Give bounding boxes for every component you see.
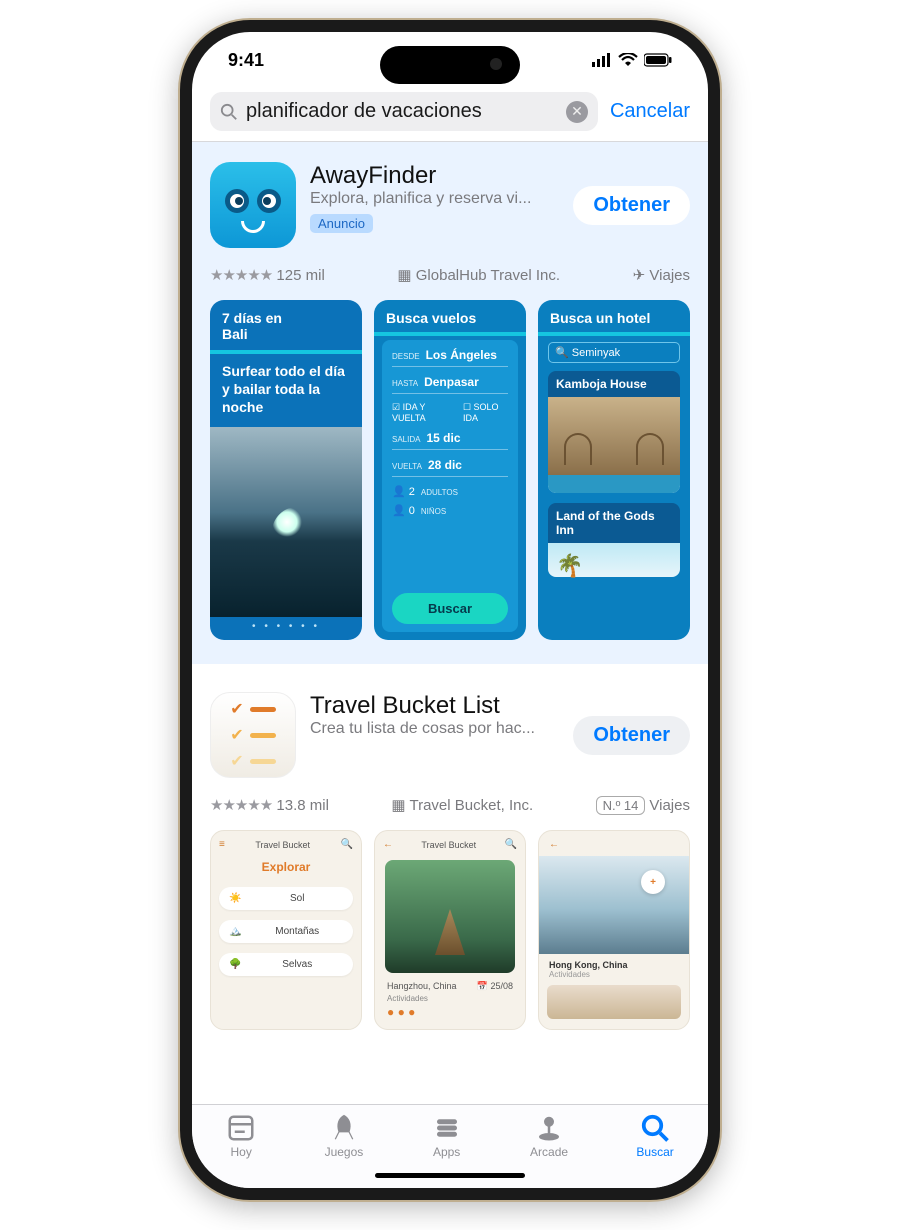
iphone-frame: 9:41 planificador de vacaciones ✕ Cancel…: [180, 20, 720, 1200]
clear-icon[interactable]: ✕: [566, 101, 588, 123]
status-time: 9:41: [228, 50, 264, 71]
dynamic-island: [380, 46, 520, 84]
screenshot-row[interactable]: ≡Travel Bucket🔍 Explorar ☀️Sol 🏔️Montaña…: [210, 830, 690, 1030]
app-subtitle: Explora, planifica y reserva vi...: [310, 190, 559, 208]
cellular-icon: [592, 53, 612, 67]
battery-icon: [644, 53, 672, 67]
tab-arcade[interactable]: Arcade: [530, 1113, 568, 1159]
rating-count: 13.8 mil: [276, 797, 329, 814]
screenshot-2: Busca vuelos DESDE Los Ángeles HASTA Den…: [374, 300, 526, 640]
rating-count: 125 mil: [276, 267, 324, 284]
arcade-icon: [534, 1113, 564, 1143]
search-text: planificador de vacaciones: [246, 100, 558, 123]
ad-badge: Anuncio: [310, 214, 373, 233]
search-icon: [220, 103, 238, 121]
tab-games[interactable]: Juegos: [325, 1113, 364, 1159]
app-meta-row: ★★★★★ 13.8 mil ▦ Travel Bucket, Inc. N.º…: [210, 796, 690, 814]
screenshot-3: ← Hong Kong, China Actividades: [538, 830, 690, 1030]
developer-label: ▦ Travel Bucket, Inc.: [391, 796, 533, 814]
stars-icon: ★★★★★: [210, 797, 272, 814]
status-icons: [592, 53, 672, 67]
sponsored-result[interactable]: AwayFinder Explora, planifica y reserva …: [192, 142, 708, 664]
rocket-icon: [329, 1113, 359, 1143]
stars-icon: ★★★★★: [210, 267, 272, 284]
developer-label: ▦ GlobalHub Travel Inc.: [397, 266, 560, 284]
get-button[interactable]: Obtener: [573, 716, 690, 755]
screen: planificador de vacaciones ✕ Cancelar: [192, 88, 708, 1188]
cancel-button[interactable]: Cancelar: [610, 100, 690, 123]
today-icon: [226, 1113, 256, 1143]
search-icon: [640, 1113, 670, 1143]
results-scroll[interactable]: AwayFinder Explora, planifica y reserva …: [192, 142, 708, 1104]
home-indicator[interactable]: [375, 1173, 525, 1178]
screenshot-3: Busca un hotel 🔍 Seminyak Kamboja House …: [538, 300, 690, 640]
tab-today[interactable]: Hoy: [226, 1113, 256, 1159]
search-row: planificador de vacaciones ✕ Cancelar: [192, 88, 708, 141]
app-title: AwayFinder: [310, 162, 559, 190]
tab-apps[interactable]: Apps: [432, 1113, 462, 1159]
search-field[interactable]: planificador de vacaciones ✕: [210, 92, 598, 131]
app-icon-bucketlist: ✔ ✔ ✔: [210, 692, 296, 778]
screenshot-2: ←Travel Bucket🔍 Hangzhou, China📅 25/08 A…: [374, 830, 526, 1030]
apps-icon: [432, 1113, 462, 1143]
screenshot-1: ≡Travel Bucket🔍 Explorar ☀️Sol 🏔️Montaña…: [210, 830, 362, 1030]
screenshot-1: 7 días en Bali Surfear todo el día y bai…: [210, 300, 362, 640]
tab-search[interactable]: Buscar: [636, 1113, 673, 1159]
app-icon-awayfinder: [210, 162, 296, 248]
wifi-icon: [618, 53, 638, 67]
plane-icon: ✈: [633, 267, 646, 284]
category-label: ✈ Viajes: [633, 266, 690, 284]
app-subtitle: Crea tu lista de cosas por hac...: [310, 720, 559, 738]
app-meta-row: ★★★★★ 125 mil ▦ GlobalHub Travel Inc. ✈ …: [210, 266, 690, 284]
get-button[interactable]: Obtener: [573, 186, 690, 225]
category-rank: N.º 14Viajes: [596, 797, 690, 814]
app-title: Travel Bucket List: [310, 692, 559, 720]
screenshot-row[interactable]: 7 días en Bali Surfear todo el día y bai…: [210, 300, 690, 640]
organic-result[interactable]: ✔ ✔ ✔ Travel Bucket List Crea tu lista d…: [192, 664, 708, 1030]
